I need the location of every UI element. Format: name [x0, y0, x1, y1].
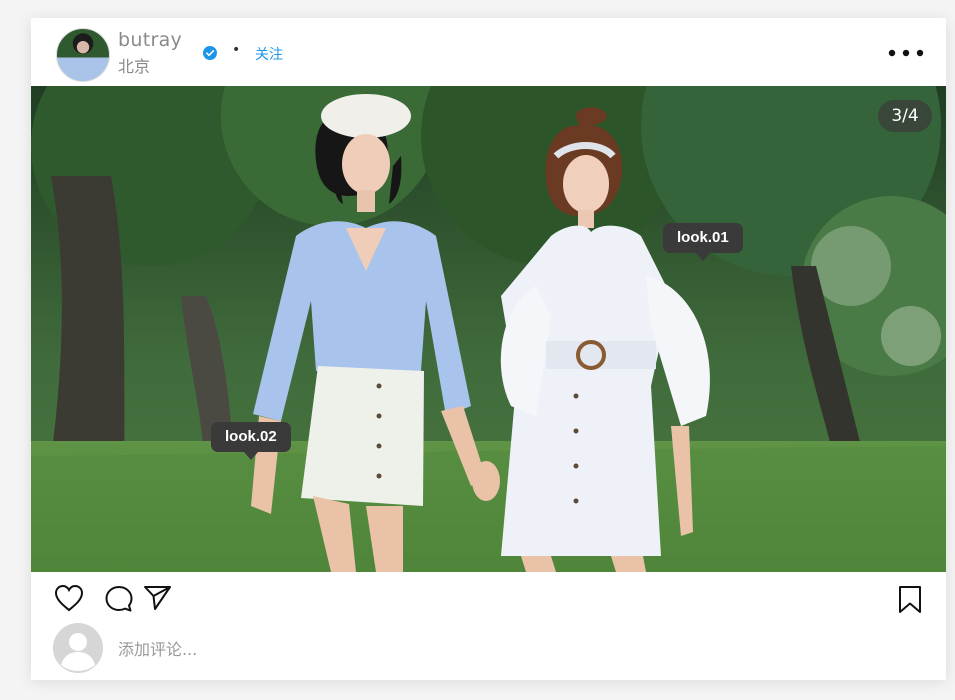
comment-input[interactable]	[116, 634, 820, 664]
post-card: butray 北京 • 关注 3/4 look.01 look.02 添加评论.…	[31, 18, 946, 680]
follow-button[interactable]: 关注	[255, 44, 283, 64]
heart-icon[interactable]	[54, 584, 84, 612]
more-options-icon[interactable]	[887, 48, 925, 58]
username[interactable]: butray	[118, 29, 182, 51]
location[interactable]: 北京	[118, 53, 150, 77]
bookmark-icon[interactable]	[897, 585, 923, 615]
photo-scene	[31, 86, 946, 572]
product-tag-look-01[interactable]: look.01	[663, 223, 743, 261]
commenter-avatar	[53, 623, 103, 673]
profile-avatar[interactable]	[56, 28, 110, 82]
product-tag-look-02[interactable]: look.02	[211, 422, 291, 460]
image-counter: 3/4	[878, 100, 932, 132]
verified-badge-icon	[203, 46, 217, 60]
post-image[interactable]: 3/4 look.01 look.02	[31, 86, 946, 572]
send-icon[interactable]	[143, 584, 173, 612]
comment-icon[interactable]	[104, 584, 134, 614]
separator-dot: •	[232, 42, 241, 58]
post-header: butray 北京 • 关注	[31, 18, 946, 86]
action-bar	[31, 572, 946, 680]
